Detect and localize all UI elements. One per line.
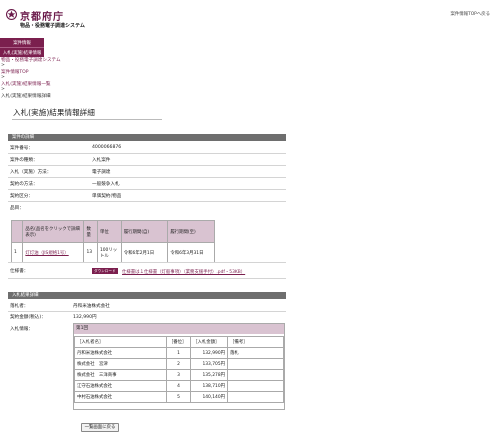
bid-note [227,380,284,392]
bid-info-label: 入札情報： [10,327,33,332]
row-divider [8,311,286,312]
winner-value: 丹和米油株式会社 [73,304,110,309]
item-unit: 100リットル [96,242,122,263]
case-type-label: 案件の種類： [10,158,38,163]
row-divider [8,177,286,178]
item-name-link[interactable]: 灯灯油（JIS規格1号） [22,242,85,263]
contract-method-value: 一般競争入札 [92,182,120,187]
bid-rank: 1 [165,347,192,359]
bidder-name: 株式会社 三洋商事 [74,369,167,381]
table-row: 江守石油株式会社 4 138,710円 [74,380,284,392]
contract-method-label: 契約の方法： [10,182,38,187]
col-header-unit: 単位 [96,220,122,243]
bid-note [227,391,284,403]
nav-item-case-info[interactable]: 案件情報 [0,38,44,47]
bidder-name: 株式会社 宮津 [74,358,167,370]
breadcrumb-case-top[interactable]: 案件情報TOP [1,69,29,75]
breadcrumb-system[interactable]: 物品・役務電子調達システム [1,57,61,63]
row-divider [8,262,286,263]
breadcrumb-separator: > [1,75,5,80]
table-row: 株式会社 三洋商事 3 135,278円 [74,369,284,381]
bid-amount: 135,278円 [190,369,229,381]
bid-amount: 133,705円 [190,358,229,370]
table-row: 丹和米油株式会社 1 132,990円 落札 [74,347,284,359]
spec-download-link[interactable]: 仕様書は１仕様書（灯般事項）（業務支援手付）.pdf・53KB） [122,269,245,275]
breadcrumb-current: 入札(実施)結果情報詳細 [1,94,51,99]
row-divider [8,153,286,154]
bid-rank: 3 [165,369,192,381]
col-header-bidder: ［入札者名］ [74,336,167,348]
row-divider [8,189,286,190]
row-divider [8,165,286,166]
bid-rank: 2 [165,358,192,370]
bid-amount: 132,990円 [190,347,229,359]
bid-method-value: 電子調達 [92,170,111,175]
table-row: 中村石油株式会社 5 140,140円 [74,391,284,403]
col-header-no [10,220,24,243]
logo-text[interactable]: 京都府庁 [20,8,64,23]
bidder-name: 丹和米油株式会社 [74,347,167,359]
bidder-name: 江守石油株式会社 [74,380,167,392]
contract-type-label: 契約区分： [10,194,33,199]
col-header-note: ［備考］ [227,336,284,348]
items-table: 品名(品名をクリックで詳細表示) 数量 単位 履行期間(自) 履行期間(至) 1… [10,220,215,263]
contract-amount-label: 契約金額(税込)： [10,315,46,320]
nav-item-bid-results[interactable]: 入札(実施)結果情報 [0,47,44,57]
breadcrumb-separator: > [1,87,5,92]
bid-note [227,358,284,370]
col-header-period-to: 履行期間(至) [167,220,215,243]
bid-note: 落札 [227,347,284,359]
bid-amount: 140,140円 [190,391,229,403]
system-name: 物品・役務電子調達システム [20,23,85,29]
result-details-header: 入札結果詳細 [8,292,286,299]
bid-rank: 5 [165,391,192,403]
item-period-from: 令和6年2月1日 [120,242,169,263]
table-row: 1 灯灯油（JIS規格1号） 13 100リットル 令和6年2月1日 令和6年3… [10,242,215,263]
kyoto-crest-icon [6,9,17,20]
case-type-value: 入札案件 [92,158,111,163]
bid-rank: 4 [165,380,192,392]
col-header-period-from: 履行期間(自) [120,220,169,243]
contract-type-value: 単価契約(物品 [92,194,122,199]
download-badge: ダウンロード [92,268,118,274]
item-qty: 13 [83,242,98,263]
items-table-header: 品名(品名をクリックで詳細表示) 数量 単位 履行期間(自) 履行期間(至) [10,220,215,243]
bids-table-header: ［入札者名］ ［番位］ ［入札金額］ ［備考］ [74,336,284,348]
breadcrumb-separator: > [1,63,5,68]
row-divider [8,201,286,202]
row-divider [8,278,286,279]
case-number-value: 4000066876 [92,145,122,150]
title-underline [12,119,162,120]
contract-amount-value: 132,990円 [73,315,97,320]
item-no: 1 [10,242,24,263]
col-header-name: 品名(品名をクリックで詳細表示) [22,220,85,243]
items-label: 品目： [10,206,24,211]
item-period-to: 令和6年3月31日 [167,242,215,263]
back-to-list-button[interactable]: 一覧画面に戻る [81,423,119,432]
col-header-qty: 数量 [83,220,98,243]
bid-round-header: 第1回 [74,324,284,334]
winner-label: 落札者： [10,304,29,309]
bidder-name: 中村石油株式会社 [74,391,167,403]
case-details-header: 案件の詳細 [8,134,286,141]
table-row: 株式会社 宮津 2 133,705円 [74,358,284,370]
col-header-rank: ［番位］ [165,336,192,348]
bid-amount: 138,710円 [190,380,229,392]
bid-note [227,369,284,381]
side-nav: 案件情報 入札(実施)結果情報 [0,38,44,57]
top-link[interactable]: 案件情報TOPへ戻る [450,11,490,17]
bids-table: ［入札者名］ ［番位］ ［入札金額］ ［備考］ 丹和米油株式会社 1 132,9… [74,336,284,403]
breadcrumb-result-list[interactable]: 入札(実施)結果情報一覧 [1,81,51,87]
page-title: 入札(実施)結果情報詳細 [13,108,95,117]
bid-method-label: 入札（実施）方法： [10,170,52,175]
case-number-label: 案件番号： [10,146,33,151]
col-header-amount: ［入札金額］ [190,336,229,348]
spec-label: 仕様書： [10,269,29,274]
